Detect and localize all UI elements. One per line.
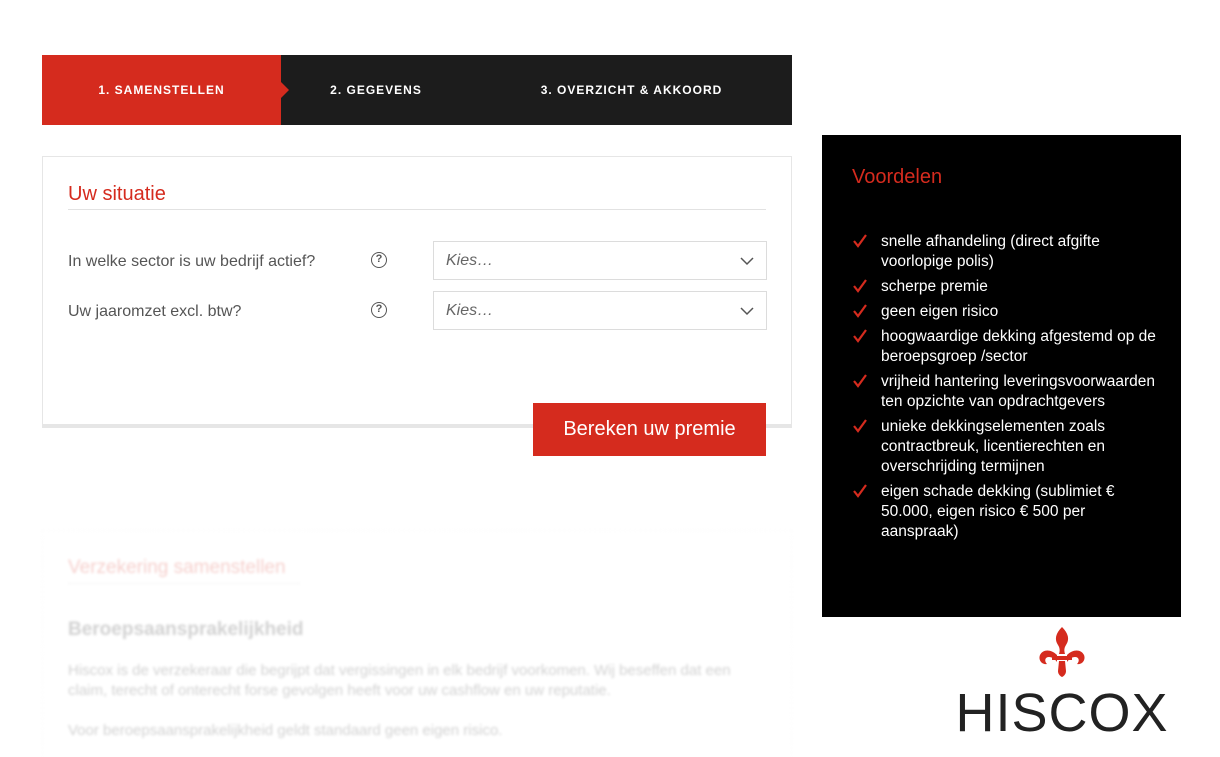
benefit-text: hoogwaardige dekking afgestemd op de ber… [881, 328, 1156, 365]
revenue-row: Uw jaaromzet excl. btw? ? Kies… [68, 291, 768, 331]
benefit-text: geen eigen risico [881, 303, 999, 320]
calculate-premium-button[interactable]: Bereken uw premie [533, 403, 766, 456]
checkmark-icon [853, 329, 867, 343]
checkmark-icon [853, 279, 867, 293]
revenue-select[interactable]: Kies… [433, 291, 767, 330]
insurance-compose-section: Verzekering samenstellen Beroepsaansprak… [42, 530, 792, 757]
sector-select-value: Kies… [446, 252, 494, 269]
benefit-text: scherpe premie [881, 278, 988, 295]
list-item: vrijheid hantering leveringsvoorwaarden … [852, 372, 1162, 412]
list-item: scherpe premie [852, 277, 1162, 297]
checkmark-icon [853, 374, 867, 388]
list-item: snelle afhandeling (direct afgifte voorl… [852, 232, 1162, 272]
benefit-text: vrijheid hantering leveringsvoorwaarden … [881, 373, 1155, 410]
benefits-title: Voordelen [852, 166, 943, 188]
checkmark-icon [853, 234, 867, 248]
section-heading: Beroepsaansprakelijkheid [68, 619, 304, 640]
checkmark-icon [853, 304, 867, 318]
revenue-label: Uw jaaromzet excl. btw? [68, 303, 242, 320]
list-item: eigen schade dekking (sublimiet € 50.000… [852, 482, 1162, 542]
step-overzicht-akkoord[interactable]: 3. OVERZICHT & AKKOORD [471, 55, 792, 125]
progress-steps: 1. SAMENSTELLEN 2. GEGEVENS 3. OVERZICHT… [42, 55, 792, 125]
list-item: geen eigen risico [852, 302, 1162, 322]
help-icon[interactable]: ? [371, 252, 387, 268]
section-paragraph: Voor beroepsaansprakelijkheid geldt stan… [68, 722, 503, 739]
revenue-select-value: Kies… [446, 302, 494, 319]
situation-card: Uw situatie In welke sector is uw bedrij… [42, 156, 792, 428]
benefits-panel: Voordelen snelle afhandeling (direct afg… [822, 135, 1181, 617]
help-icon[interactable]: ? [371, 302, 387, 318]
checkmark-icon [853, 484, 867, 498]
section-paragraph: Hiscox is de verzekeraar die begrijpt da… [68, 662, 731, 699]
benefits-list: snelle afhandeling (direct afgifte voorl… [852, 232, 1162, 547]
benefit-text: unieke dekkingselementen zoals contractb… [881, 418, 1106, 475]
checkmark-icon [853, 419, 867, 433]
card-title: Uw situatie [68, 183, 166, 205]
hiscox-logo: HISCOX [944, 625, 1180, 745]
benefit-text: snelle afhandeling (direct afgifte voorl… [881, 233, 1100, 270]
benefit-text: eigen schade dekking (sublimiet € 50.000… [881, 483, 1115, 540]
logo-text: HISCOX [955, 683, 1169, 743]
section-title: Verzekering samenstellen [68, 557, 286, 578]
divider [68, 583, 300, 584]
chevron-down-icon [740, 307, 754, 316]
step-samenstellen[interactable]: 1. SAMENSTELLEN [42, 55, 289, 125]
divider [68, 209, 766, 210]
chevron-down-icon [740, 257, 754, 266]
list-item: hoogwaardige dekking afgestemd op de ber… [852, 327, 1162, 367]
sector-row: In welke sector is uw bedrijf actief? ? … [68, 241, 768, 281]
list-item: unieke dekkingselementen zoals contractb… [852, 417, 1162, 477]
sector-select[interactable]: Kies… [433, 241, 767, 280]
step-gegevens[interactable]: 2. GEGEVENS [281, 55, 471, 125]
fleur-de-lis-icon [1039, 627, 1085, 677]
sector-label: In welke sector is uw bedrijf actief? [68, 253, 316, 270]
